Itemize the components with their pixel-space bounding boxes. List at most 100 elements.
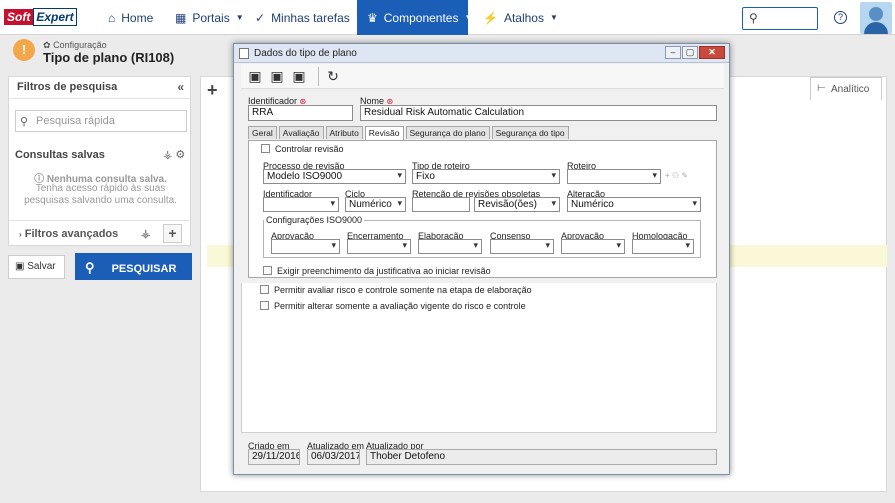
exigir-justificativa-label: Exigir preenchimento da justificativa ao… bbox=[277, 266, 491, 276]
permitir-alterar-checkbox[interactable] bbox=[260, 301, 269, 310]
save-new-icon[interactable]: ▣ bbox=[247, 68, 263, 84]
home-icon: ⌂ bbox=[108, 10, 116, 25]
nav-minhas-tarefas-label: Minhas tarefas bbox=[271, 10, 350, 25]
tab-revisao[interactable]: Revisão bbox=[364, 126, 404, 140]
logo-soft: Soft bbox=[4, 9, 34, 25]
tab-atributo[interactable]: Atributo bbox=[325, 126, 363, 139]
retencao-input[interactable] bbox=[412, 197, 470, 212]
processo-select[interactable]: Modelo ISO9000 bbox=[263, 169, 406, 184]
nome-input[interactable]: Residual Risk Automatic Calculation bbox=[360, 105, 717, 121]
controlar-revisao-checkbox[interactable] bbox=[261, 144, 270, 153]
iso-aprovacao-select[interactable] bbox=[271, 239, 340, 254]
dialog-titlebar[interactable]: Dados do tipo de plano – ▢ ✕ bbox=[234, 44, 729, 63]
search-button-label: PESQUISAR bbox=[111, 263, 177, 275]
add-icon[interactable]: + bbox=[207, 80, 218, 101]
roteiro-select[interactable] bbox=[567, 169, 661, 184]
minimize-button[interactable]: – bbox=[665, 46, 681, 59]
nav-atalhos-label: Atalhos bbox=[503, 10, 544, 25]
iso-encerramento-select[interactable] bbox=[347, 239, 411, 254]
identificador2-select[interactable] bbox=[263, 197, 339, 212]
window-controls: – ▢ ✕ bbox=[665, 46, 725, 59]
quick-search-input[interactable]: ⚲ Pesquisa rápida bbox=[15, 110, 187, 132]
broom-icon[interactable]: ⚶ bbox=[163, 149, 172, 161]
permitir-avaliar-label: Permitir avaliar risco e controle soment… bbox=[274, 285, 532, 295]
add-icon[interactable]: + bbox=[665, 171, 670, 180]
ciclo-select[interactable]: Numérico bbox=[345, 197, 406, 212]
permitir-avaliar-checkbox[interactable] bbox=[260, 285, 269, 294]
softexpert-logo[interactable]: Soft Expert bbox=[4, 8, 77, 26]
search-icon: ⚲ bbox=[85, 260, 95, 275]
iso-consenso-select[interactable] bbox=[490, 239, 554, 254]
nav-minhas-tarefas[interactable]: ✓ Minhas tarefas ▼ bbox=[245, 0, 374, 35]
iso-aprovacao2-select[interactable] bbox=[561, 239, 625, 254]
tab-geral[interactable]: Geral bbox=[248, 126, 277, 139]
breadcrumb-label: Configuração bbox=[53, 40, 107, 50]
chevron-down-icon: ▼ bbox=[549, 13, 558, 22]
exigir-justificativa-checkbox[interactable] bbox=[263, 266, 272, 275]
saved-query-hint: Tenha acesso rápido às suas pesquisas sa… bbox=[24, 183, 177, 206]
broom-icon[interactable]: ⚶ bbox=[141, 227, 150, 240]
retencao-select[interactable]: Revisão(ões) bbox=[474, 197, 560, 212]
alteracao-select[interactable]: Numérico bbox=[567, 197, 701, 212]
tab-analitico-label: Analítico bbox=[831, 84, 870, 95]
warning-icon: ! bbox=[13, 39, 35, 61]
trophy-icon: ♛ bbox=[367, 10, 378, 25]
bolt-icon: ⚡ bbox=[483, 10, 498, 25]
close-button[interactable]: ✕ bbox=[699, 46, 725, 59]
saved-queries-tools: ⚶ ⚙ bbox=[163, 148, 185, 161]
toolbar-divider bbox=[318, 67, 319, 86]
search-button[interactable]: ⚲ PESQUISAR bbox=[75, 253, 192, 280]
tab-seguranca-tipo[interactable]: Segurança do tipo bbox=[491, 126, 569, 139]
revisao-panel: Controlar revisão Processo de revisão Mo… bbox=[248, 140, 717, 278]
controlar-revisao-label: Controlar revisão bbox=[275, 144, 344, 154]
gear-icon: ✿ bbox=[43, 40, 51, 50]
iso-homologacao-select[interactable] bbox=[632, 239, 694, 254]
nav-portais[interactable]: ▦ Portais ▼ bbox=[165, 0, 254, 35]
document-icon bbox=[239, 48, 249, 59]
save-query-label: Salvar bbox=[27, 261, 56, 272]
filter-panel-header: Filtros de pesquisa « bbox=[9, 77, 190, 99]
iso-elaboracao-select[interactable] bbox=[418, 239, 482, 254]
nav-componentes[interactable]: ♛ Componentes ▼ bbox=[357, 0, 472, 35]
collapse-icon[interactable]: « bbox=[177, 80, 184, 94]
dialog-toolbar: ▣ ▣ ▣ ↻ bbox=[241, 64, 724, 89]
nav-componentes-label: Componentes bbox=[383, 10, 459, 25]
advanced-filters[interactable]: › Filtros avançados ⚶ + bbox=[9, 220, 190, 246]
filter-panel: Filtros de pesquisa « ⚲ Pesquisa rápida … bbox=[8, 76, 191, 246]
chevron-right-icon: › bbox=[19, 230, 22, 239]
iso9000-legend: Configurações ISO9000 bbox=[264, 215, 365, 225]
chevron-down-icon: ▼ bbox=[464, 13, 473, 22]
save-close-icon[interactable]: ▣ bbox=[291, 68, 307, 84]
save-icon[interactable]: ▣ bbox=[269, 68, 285, 84]
tab-avaliacao[interactable]: Avaliação bbox=[278, 126, 324, 139]
nav-portais-label: Portais bbox=[192, 10, 230, 25]
quick-search-placeholder: Pesquisa rápida bbox=[36, 115, 115, 127]
global-search-input[interactable]: ⚲ bbox=[742, 7, 818, 30]
dialog-tabs: Geral Avaliação Atributo Revisão Seguran… bbox=[248, 126, 569, 140]
logo-expert: Expert bbox=[33, 8, 77, 26]
tab-seguranca-plano[interactable]: Segurança do plano bbox=[405, 126, 490, 139]
add-filter-button[interactable]: + bbox=[163, 224, 182, 243]
binoculars-icon[interactable]: ⚇ bbox=[672, 171, 679, 180]
tipo-roteiro-select[interactable]: Fixo bbox=[412, 169, 560, 184]
maximize-button[interactable]: ▢ bbox=[682, 46, 698, 59]
atualizado-por-value: Thober Detofeno bbox=[366, 449, 717, 465]
nav-atalhos[interactable]: ⚡ Atalhos ▼ bbox=[473, 0, 568, 35]
saved-queries-heading: Consultas salvas bbox=[15, 149, 105, 161]
identificador-input[interactable]: RRA bbox=[248, 105, 353, 121]
refresh-icon[interactable]: ↻ bbox=[325, 68, 341, 84]
grid-icon: ▦ bbox=[175, 10, 187, 25]
edit-icon[interactable]: ✎ bbox=[681, 171, 688, 180]
check-icon: ✓ bbox=[255, 10, 266, 25]
user-avatar[interactable] bbox=[860, 2, 892, 34]
chevron-down-icon: ▼ bbox=[235, 13, 244, 22]
save-query-button[interactable]: ▣ Salvar bbox=[8, 255, 65, 279]
gear-icon[interactable]: ⚙ bbox=[175, 149, 185, 161]
search-icon: ⚲ bbox=[749, 11, 758, 25]
nav-home[interactable]: ⌂ Home bbox=[98, 0, 163, 35]
help-icon[interactable]: ? bbox=[834, 11, 847, 24]
plan-type-dialog: Dados do tipo de plano – ▢ ✕ ▣ ▣ ▣ ↻ Ide… bbox=[233, 43, 730, 475]
top-navigation-bar: Soft Expert ⌂ Home ▦ Portais ▼ ✓ Minhas … bbox=[0, 0, 895, 35]
roteiro-tools: + ⚇ ✎ bbox=[665, 171, 688, 180]
tab-analitico[interactable]: ⊢ Analítico bbox=[810, 77, 882, 100]
